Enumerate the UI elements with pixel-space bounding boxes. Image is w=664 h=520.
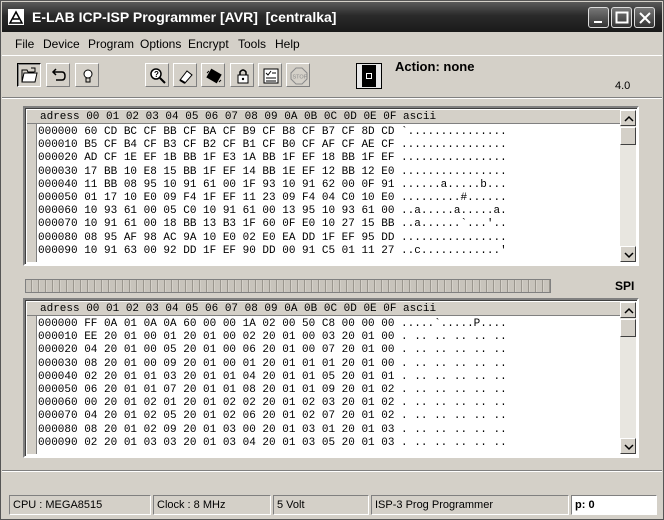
hex-row[interactable]: 000050 01 17 10 E0 09 F4 1F EF 11 23 09 … <box>38 192 507 205</box>
undo-arrow-icon <box>51 68 66 81</box>
scroll-thumb[interactable] <box>620 127 636 145</box>
hex-row[interactable]: 000030 17 BB 10 E8 15 BB 1F EF 14 BB 1E … <box>38 166 507 179</box>
hex-row[interactable]: 000030 08 20 01 00 09 20 01 00 01 20 01 … <box>38 358 507 371</box>
lock-bits-button[interactable] <box>230 63 254 87</box>
hex-row[interactable]: 000060 00 20 01 02 01 20 01 02 02 20 01 … <box>38 397 507 410</box>
erase-chip-button[interactable] <box>173 63 197 87</box>
status-position: p: 0 <box>571 495 657 515</box>
hex-row[interactable]: 000000 60 CD BC CF BB CF BA CF B9 CF B8 … <box>38 126 507 139</box>
menu-program[interactable]: Program <box>88 37 134 51</box>
hex-row[interactable]: 000020 AD CF 1E EF 1B BB 1F E3 1A BB 1F … <box>38 152 507 165</box>
action-label: Action: <box>395 59 440 74</box>
arrow-up-icon <box>624 115 634 122</box>
status-cpu: CPU : MEGA8515 <box>9 495 151 515</box>
maximize-icon <box>615 11 629 24</box>
status-programmer: ISP-3 Prog Programmer <box>371 495 569 515</box>
hex-row[interactable]: 000090 10 91 63 00 92 DD 1F EF 90 DD 00 … <box>38 245 507 258</box>
scroll-down-button[interactable] <box>620 438 636 454</box>
eeprom-hex-panel[interactable]: adress 00 01 02 03 04 05 06 07 08 09 0A … <box>23 298 639 458</box>
read-chip-button[interactable]: ? <box>145 63 169 87</box>
title-bar[interactable]: E-LAB ICP-ISP Programmer [AVR] [centralk… <box>2 2 662 32</box>
progress-bar <box>25 279 551 293</box>
minimize-button[interactable] <box>588 7 609 28</box>
hex-row[interactable]: 000070 04 20 01 02 05 20 01 02 06 20 01 … <box>38 410 507 423</box>
flash-hex-header: adress 00 01 02 03 04 05 06 07 08 09 0A … <box>27 110 621 124</box>
menu-tools[interactable]: Tools <box>238 37 266 51</box>
action-status: Action: none <box>395 59 474 74</box>
hex-row[interactable]: 000020 04 20 01 00 05 20 01 00 06 20 01 … <box>38 344 507 357</box>
menu-bar: File Device Program Options Encrypt Tool… <box>2 34 662 54</box>
toolbar: ? STOP <box>2 55 662 95</box>
menu-file[interactable]: File <box>15 37 34 51</box>
eeprom-row-gutter <box>27 316 37 454</box>
arrow-down-icon <box>624 444 634 451</box>
hex-row[interactable]: 000040 02 20 01 01 03 20 01 01 04 20 01 … <box>38 371 507 384</box>
close-icon <box>639 12 651 24</box>
info-button[interactable] <box>75 63 99 87</box>
app-icon <box>8 9 24 25</box>
eraser-icon <box>179 70 193 84</box>
main-window: E-LAB ICP-ISP Programmer [AVR] [centralk… <box>0 0 664 520</box>
interface-label: SPI <box>615 279 635 293</box>
divider <box>2 97 662 99</box>
magnifier-question-icon: ? <box>150 68 166 84</box>
menu-device[interactable]: Device <box>43 37 80 51</box>
menu-options[interactable]: Options <box>140 37 181 51</box>
open-folder-icon <box>21 67 38 83</box>
scroll-up-button[interactable] <box>620 302 636 318</box>
flash-hex-rows[interactable]: 000000 60 CD BC CF BB CF BA CF B9 CF B8 … <box>38 126 507 258</box>
close-button[interactable] <box>634 7 655 28</box>
chip-icon <box>206 68 222 84</box>
version-label: 4.0 <box>615 80 631 92</box>
flash-row-gutter <box>27 124 37 262</box>
menu-encrypt[interactable]: Encrypt <box>188 37 229 51</box>
reload-button[interactable] <box>46 63 70 87</box>
device-chip-icon <box>362 65 376 87</box>
arrow-down-icon <box>624 252 634 259</box>
window-title: E-LAB ICP-ISP Programmer [AVR] [centralk… <box>32 9 337 25</box>
stop-button[interactable]: STOP <box>286 63 310 87</box>
hex-row[interactable]: 000080 08 95 AF 98 AC 9A 10 E0 02 E0 EA … <box>38 232 507 245</box>
checklist-icon <box>263 68 279 84</box>
stop-text: STOP <box>293 75 308 81</box>
hex-row[interactable]: 000070 10 91 61 00 18 BB 13 B3 1F 60 0F … <box>38 218 507 231</box>
action-value: none <box>443 59 475 74</box>
eeprom-scrollbar[interactable] <box>620 302 636 454</box>
open-file-button[interactable] <box>17 63 41 87</box>
divider <box>2 470 662 472</box>
svg-text:?: ? <box>154 70 159 79</box>
stop-icon: STOP <box>290 67 308 85</box>
hex-row[interactable]: 000080 08 20 01 02 09 20 01 03 00 20 01 … <box>38 424 507 437</box>
status-bar: CPU : MEGA8515 Clock : 8 MHz 5 Volt ISP-… <box>2 492 662 518</box>
hex-row[interactable]: 000040 11 BB 08 95 10 91 61 00 1F 93 10 … <box>38 179 507 192</box>
flash-scrollbar[interactable] <box>620 110 636 262</box>
scroll-down-button[interactable] <box>620 246 636 262</box>
maximize-button[interactable] <box>611 7 632 28</box>
menu-help[interactable]: Help <box>275 37 300 51</box>
scroll-up-button[interactable] <box>620 110 636 126</box>
flash-hex-panel[interactable]: adress 00 01 02 03 04 05 06 07 08 09 0A … <box>23 106 639 266</box>
eeprom-hex-header: adress 00 01 02 03 04 05 06 07 08 09 0A … <box>27 302 621 316</box>
scroll-thumb[interactable] <box>620 319 636 337</box>
eeprom-hex-rows[interactable]: 000000 FF 0A 01 0A 0A 60 00 00 1A 02 00 … <box>38 318 507 450</box>
lock-icon <box>237 69 249 84</box>
status-voltage: 5 Volt <box>273 495 369 515</box>
device-status-button[interactable] <box>356 63 382 89</box>
arrow-up-icon <box>624 307 634 314</box>
fuse-bits-button[interactable] <box>258 63 282 87</box>
hex-row[interactable]: 000010 B5 CF B4 CF B3 CF B2 CF B1 CF B0 … <box>38 139 507 152</box>
lightbulb-icon <box>83 69 93 83</box>
status-clock: Clock : 8 MHz <box>153 495 271 515</box>
minimize-icon <box>594 21 602 23</box>
program-chip-button[interactable] <box>201 63 225 87</box>
hex-row[interactable]: 000090 02 20 01 03 03 20 01 03 04 20 01 … <box>38 437 507 450</box>
hex-row[interactable]: 000050 06 20 01 01 07 20 01 01 08 20 01 … <box>38 384 507 397</box>
hex-row[interactable]: 000060 10 93 61 00 05 C0 10 91 61 00 13 … <box>38 205 507 218</box>
hex-row[interactable]: 000000 FF 0A 01 0A 0A 60 00 00 1A 02 00 … <box>38 318 507 331</box>
hex-row[interactable]: 000010 EE 20 01 00 01 20 01 00 02 20 01 … <box>38 331 507 344</box>
